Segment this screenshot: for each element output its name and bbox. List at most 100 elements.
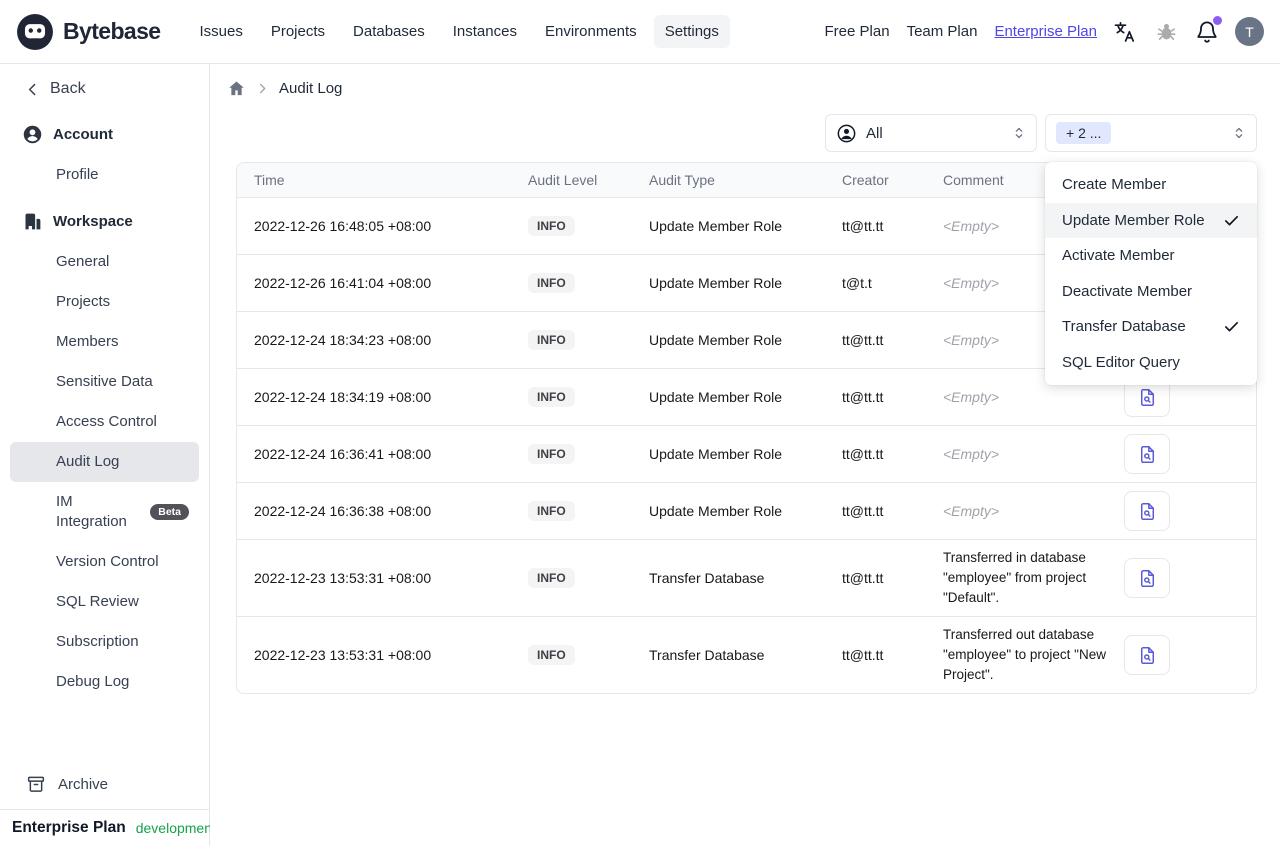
nav-item[interactable]: Instances bbox=[442, 15, 528, 48]
time-cell: 2022-12-23 13:53:31 +08:00 bbox=[254, 570, 432, 586]
sidebar-item[interactable]: General bbox=[10, 242, 199, 282]
filter-count-tag: + 2 ... bbox=[1056, 122, 1112, 144]
updown-chevron-icon bbox=[1231, 125, 1247, 141]
bytebase-logo-icon bbox=[17, 13, 53, 50]
logo-text: Bytebase bbox=[63, 18, 161, 44]
creator-filter-select[interactable]: All bbox=[825, 114, 1037, 152]
creator-filter-value: All bbox=[866, 124, 883, 142]
audit-type-filter-select[interactable]: + 2 ... bbox=[1045, 114, 1257, 152]
level-cell: INFO bbox=[528, 387, 649, 407]
audit-type-menu-item[interactable]: Create Member bbox=[1045, 167, 1257, 203]
page-title: Audit Log bbox=[279, 79, 343, 97]
notification-bell-icon[interactable] bbox=[1194, 15, 1222, 45]
level-badge: INFO bbox=[528, 273, 575, 293]
type-cell: Update Member Role bbox=[649, 446, 783, 462]
document-search-icon bbox=[1140, 388, 1154, 406]
document-search-icon bbox=[1140, 646, 1154, 664]
notification-dot bbox=[1213, 15, 1222, 25]
sidebar-item[interactable]: SQL Review bbox=[10, 582, 199, 622]
sidebar-item[interactable]: Audit Log bbox=[10, 442, 199, 482]
nav-item[interactable]: Environments bbox=[534, 15, 648, 48]
level-badge: INFO bbox=[528, 444, 575, 464]
navbar-right: Free Plan Team Plan Enterprise Plan T bbox=[825, 15, 1264, 46]
plan-link[interactable]: Team Plan bbox=[907, 23, 978, 40]
creator-cell: tt@tt.tt bbox=[842, 332, 884, 348]
archive-icon bbox=[27, 776, 45, 792]
time-cell: 2022-12-24 18:34:19 +08:00 bbox=[254, 389, 432, 405]
view-detail-button[interactable] bbox=[1124, 635, 1170, 675]
creator-cell: tt@tt.tt bbox=[842, 503, 884, 519]
environment-label: development bbox=[135, 820, 216, 836]
back-button[interactable]: Back bbox=[10, 70, 199, 108]
time-cell: 2022-12-26 16:41:04 +08:00 bbox=[254, 275, 432, 291]
account-section-items: Profile bbox=[10, 155, 199, 195]
nav-item[interactable]: Projects bbox=[260, 15, 336, 48]
creator-cell: tt@tt.tt bbox=[842, 218, 884, 234]
type-cell: Update Member Role bbox=[649, 332, 783, 348]
sidebar-item[interactable]: Debug Log bbox=[10, 662, 199, 702]
level-cell: INFO bbox=[528, 568, 649, 588]
time-cell: 2022-12-24 16:36:41 +08:00 bbox=[254, 446, 432, 462]
time-cell: 2022-12-23 13:53:31 +08:00 bbox=[254, 647, 432, 663]
sidebar-item[interactable]: Version Control bbox=[10, 542, 199, 582]
user-circle-icon bbox=[23, 125, 42, 144]
time-cell: 2022-12-26 16:48:05 +08:00 bbox=[254, 218, 432, 234]
column-header-audit-type: Audit Type bbox=[649, 172, 715, 188]
chevron-left-icon bbox=[28, 83, 36, 95]
level-badge: INFO bbox=[528, 216, 575, 236]
sidebar-item[interactable]: Access Control bbox=[10, 402, 199, 442]
creator-cell: tt@tt.tt bbox=[842, 647, 884, 663]
plan-link[interactable]: Free Plan bbox=[825, 23, 890, 40]
sidebar-item[interactable]: Projects bbox=[10, 282, 199, 322]
level-cell: INFO bbox=[528, 216, 649, 236]
filter-row: All + 2 ... bbox=[236, 114, 1257, 152]
audit-type-menu-item[interactable]: Transfer Database bbox=[1045, 309, 1257, 345]
workspace-section-title: Workspace bbox=[10, 201, 199, 242]
view-detail-button[interactable] bbox=[1124, 558, 1170, 598]
archive-button[interactable]: Archive bbox=[10, 763, 199, 805]
footer-plan-label[interactable]: Enterprise Plan bbox=[12, 819, 126, 837]
view-detail-button[interactable] bbox=[1124, 491, 1170, 531]
user-circle-icon bbox=[837, 124, 856, 142]
audit-type-menu-item[interactable]: Activate Member bbox=[1045, 238, 1257, 274]
plan-link[interactable]: Enterprise Plan bbox=[994, 23, 1097, 40]
view-detail-button[interactable] bbox=[1124, 434, 1170, 474]
audit-type-menu-item[interactable]: Update Member Role bbox=[1045, 202, 1257, 238]
type-cell: Transfer Database bbox=[649, 570, 765, 586]
audit-type-menu-item[interactable]: Deactivate Member bbox=[1045, 274, 1257, 310]
level-cell: INFO bbox=[528, 645, 649, 665]
audit-type-menu: Create Member Update Member Role Activat… bbox=[1045, 162, 1257, 385]
table-row: 2022-12-23 13:53:31 +08:00 INFO Transfer… bbox=[237, 616, 1256, 693]
sidebar-item[interactable]: IM Integration Beta bbox=[10, 482, 199, 542]
level-badge: INFO bbox=[528, 501, 575, 521]
account-section-title: Account bbox=[10, 114, 199, 155]
nav-item[interactable]: Databases bbox=[342, 15, 436, 48]
audit-type-menu-item[interactable]: SQL Editor Query bbox=[1045, 345, 1257, 381]
type-cell: Update Member Role bbox=[649, 389, 783, 405]
column-header-creator: Creator bbox=[842, 172, 889, 188]
creator-cell: tt@tt.tt bbox=[842, 389, 884, 405]
check-icon bbox=[1223, 318, 1240, 335]
user-avatar[interactable]: T bbox=[1235, 17, 1264, 46]
nav-item[interactable]: Settings bbox=[653, 15, 730, 48]
bug-report-icon[interactable] bbox=[1153, 19, 1179, 45]
bytebase-logo[interactable]: Bytebase bbox=[16, 13, 161, 51]
translate-icon[interactable] bbox=[1112, 19, 1138, 45]
chevron-right-icon bbox=[259, 83, 266, 93]
type-cell: Transfer Database bbox=[649, 647, 765, 663]
table-row: 2022-12-24 16:36:38 +08:00 INFO Update M… bbox=[237, 482, 1256, 539]
creator-cell: tt@tt.tt bbox=[842, 446, 884, 462]
column-header-time: Time bbox=[254, 172, 285, 188]
document-search-icon bbox=[1140, 445, 1154, 463]
nav-item[interactable]: Issues bbox=[188, 15, 253, 48]
sidebar-item[interactable]: Members bbox=[10, 322, 199, 362]
document-search-icon bbox=[1140, 502, 1154, 520]
table-row: 2022-12-24 16:36:41 +08:00 INFO Update M… bbox=[237, 425, 1256, 482]
home-icon[interactable] bbox=[227, 79, 246, 98]
action-cell bbox=[1114, 491, 1256, 531]
sidebar-item[interactable]: Subscription bbox=[10, 622, 199, 662]
sidebar-item[interactable]: Profile bbox=[10, 155, 199, 195]
archive-label: Archive bbox=[58, 775, 109, 793]
plan-links: Free Plan Team Plan Enterprise Plan bbox=[825, 23, 1097, 40]
sidebar-item[interactable]: Sensitive Data bbox=[10, 362, 199, 402]
